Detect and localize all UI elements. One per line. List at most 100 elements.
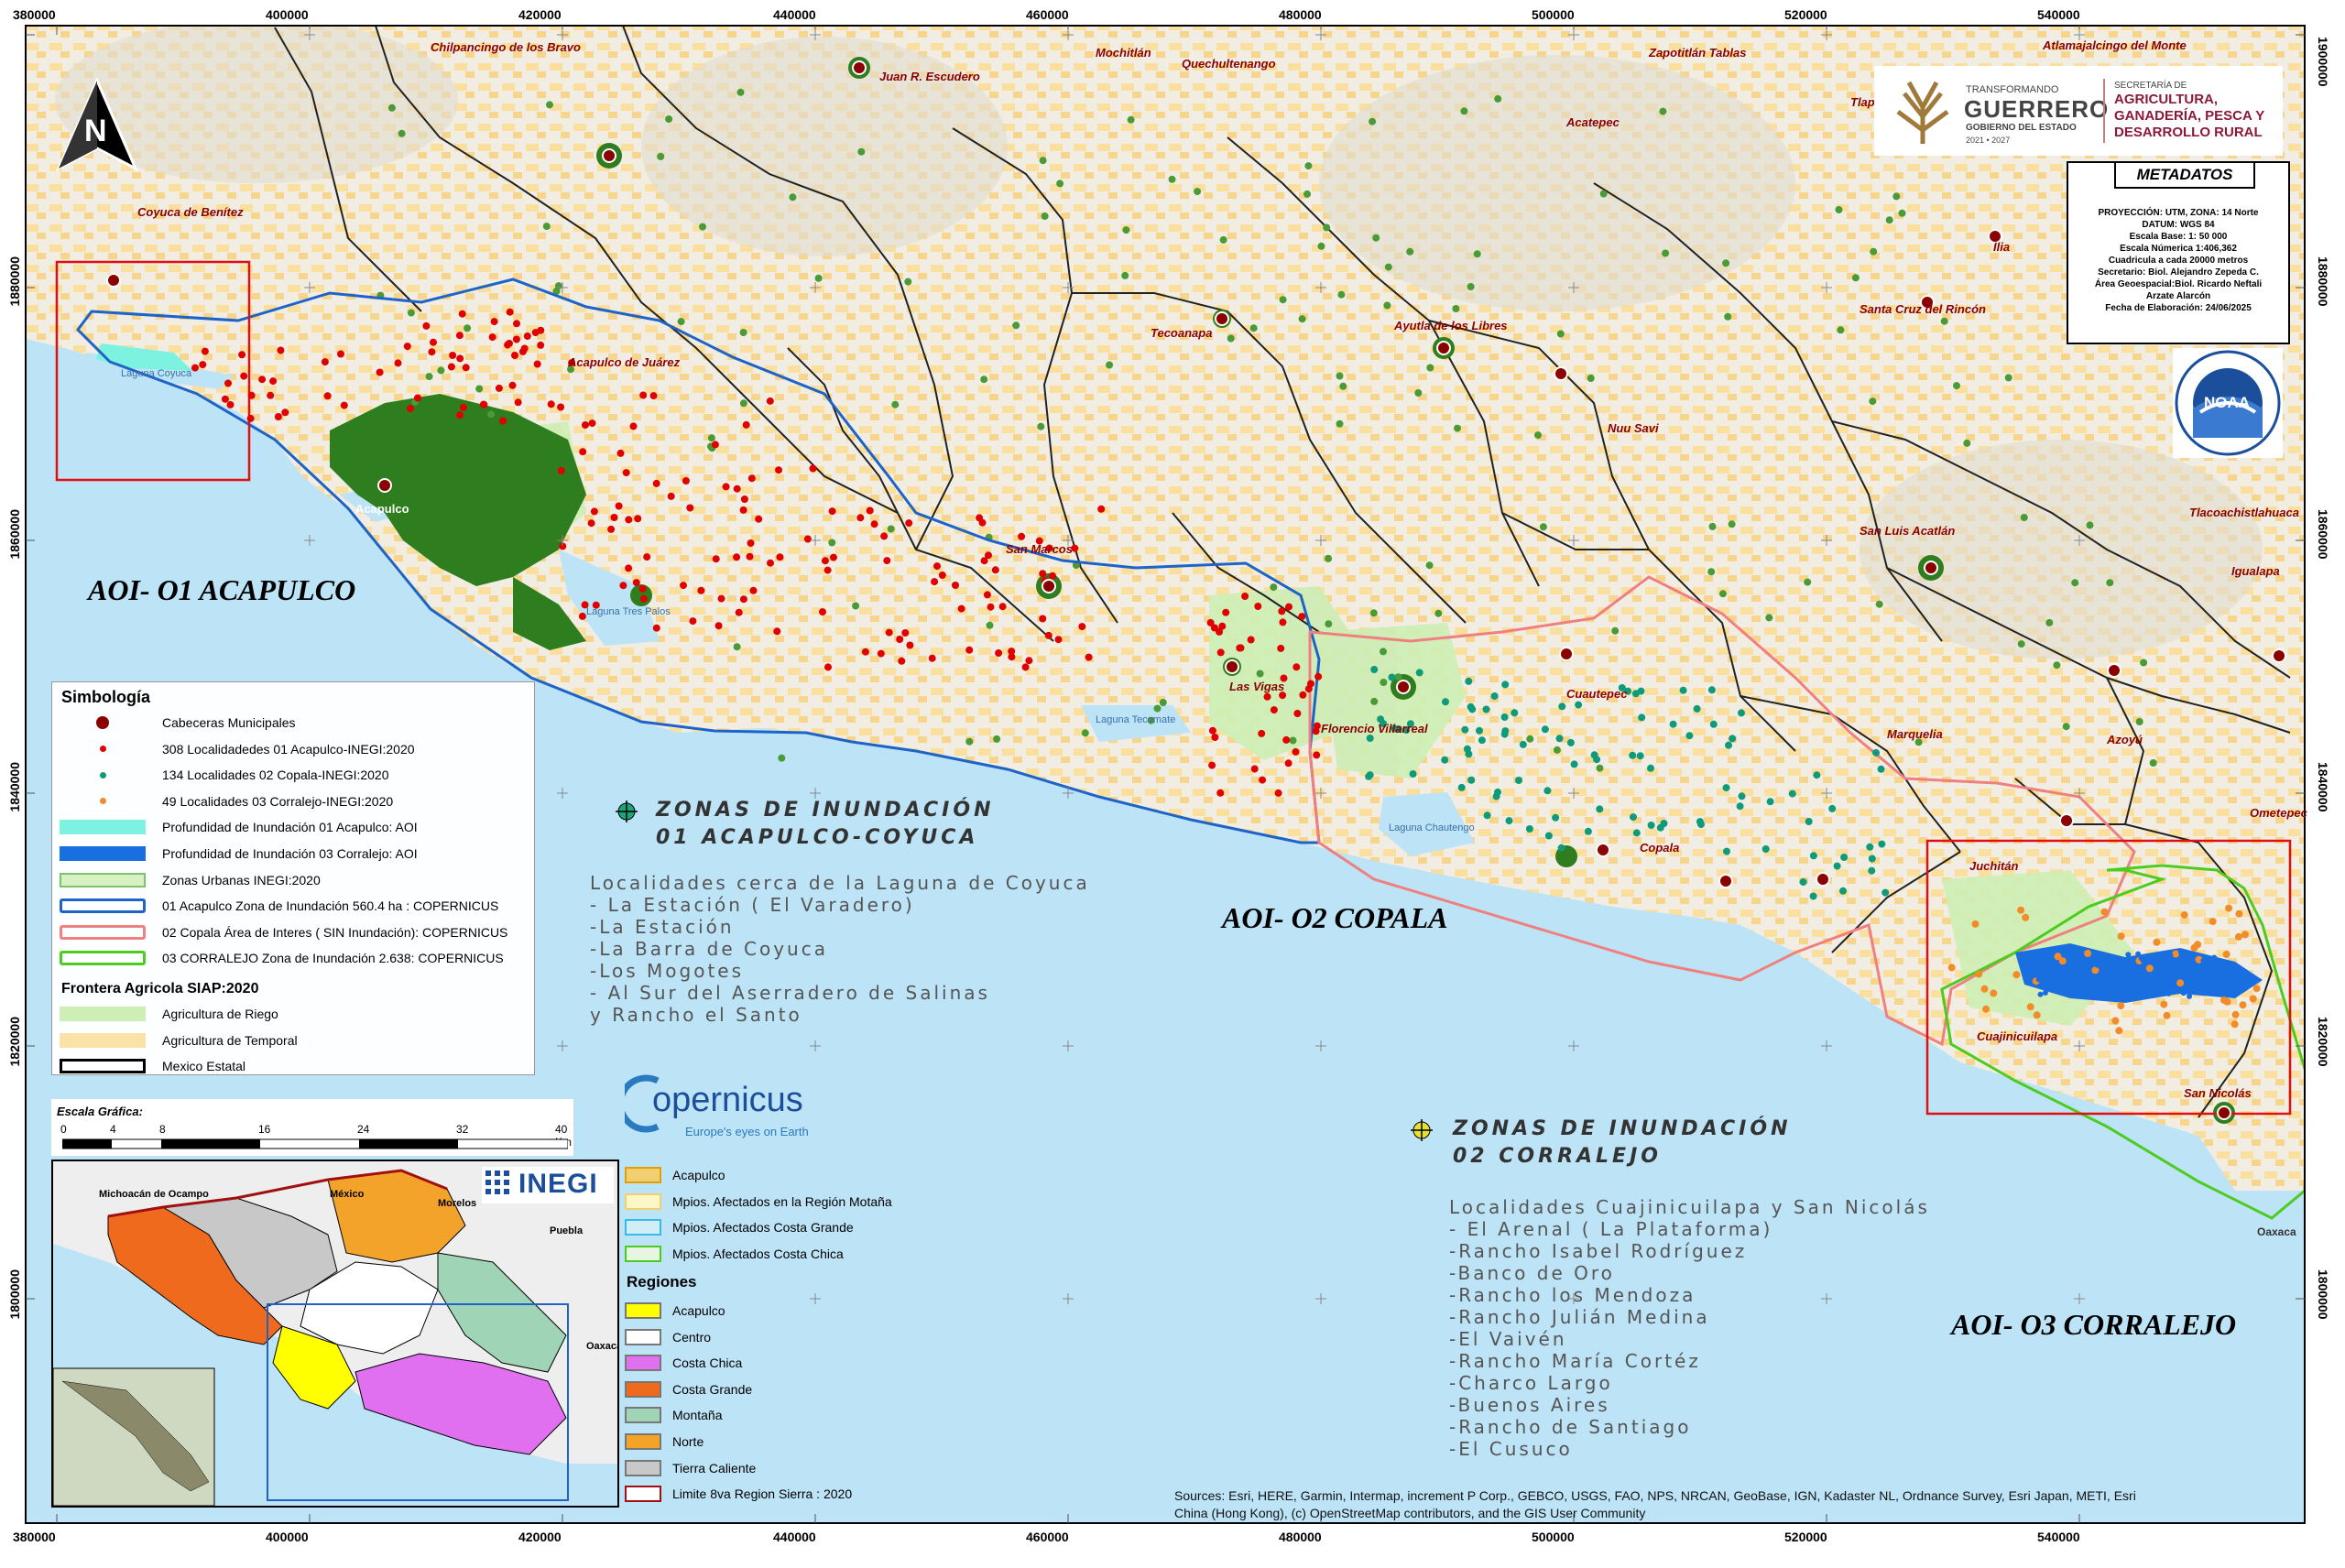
- urban-speckle: [1869, 397, 1877, 406]
- zone1-title-line1: ZONAS DE INUNDACIÓN: [656, 799, 995, 822]
- flood-point: [2152, 992, 2157, 998]
- locality-dot: [1647, 822, 1655, 829]
- locality-dot: [1557, 844, 1565, 852]
- urban-speckle: [1434, 609, 1443, 617]
- cabecera-dot: [1396, 680, 1411, 694]
- locality-dot: [1085, 653, 1093, 661]
- locality-dot: [733, 553, 741, 561]
- urban-speckle: [464, 324, 472, 332]
- metadata-line: Área Geoespacial:Biol. Ricardo Neftali: [2094, 279, 2263, 289]
- locality-dot: [1729, 735, 1737, 743]
- locality-dot: [776, 553, 784, 561]
- logo-guerrero: GUERRERO: [1964, 95, 2110, 123]
- zone1-line: -La Barra de Coyuca: [590, 938, 828, 960]
- place-label: Igualapa: [2231, 564, 2280, 578]
- locality-dot: [775, 466, 782, 474]
- urban-speckle: [665, 115, 673, 123]
- legend-label: Agricultura de Riego: [162, 1007, 278, 1021]
- locality-dot: [901, 629, 910, 637]
- locality-dot: [1370, 666, 1379, 673]
- locality-dot: [226, 400, 234, 408]
- grid-x-label: 520000: [1784, 7, 1827, 22]
- urban-speckle: [1336, 372, 1344, 380]
- place-label: Ilia: [1993, 240, 2011, 254]
- region-label: Montaña: [672, 1408, 723, 1423]
- locality-dot: [747, 474, 756, 483]
- flood-point: [2144, 983, 2151, 989]
- aoi2-title: AOI- O2 COPALA: [1222, 901, 1448, 934]
- urban-speckle: [2140, 659, 2148, 667]
- flood-point: [2107, 979, 2113, 985]
- urban-speckle: [2053, 661, 2061, 670]
- locality-dot: [739, 506, 747, 514]
- locality-dot: [952, 582, 959, 589]
- place-label: San Nicolás: [2184, 1086, 2252, 1100]
- grid-x-label: 460000: [1026, 7, 1069, 22]
- urban-speckle: [980, 376, 988, 384]
- region-swatch: [625, 1380, 661, 1398]
- locality-dot: [1258, 729, 1266, 737]
- metadata-line: Escala Númerica 1:406,362: [2120, 244, 2237, 254]
- locality-dot: [639, 391, 648, 399]
- metadata-line: Escala Base: 1: 50 000: [2129, 232, 2228, 242]
- urban-speckle: [1406, 247, 1414, 256]
- grid-x-label: 420000: [518, 7, 562, 22]
- locality-dot: [830, 553, 837, 561]
- locality-dot: [449, 352, 457, 359]
- urban-speckle: [2045, 618, 2054, 626]
- locality-dot: [1216, 648, 1225, 657]
- urban-speckle: [2135, 718, 2143, 725]
- locality-dot: [824, 663, 832, 671]
- inset-legend-swatch: [625, 1167, 661, 1183]
- locality-dot: [2176, 979, 2185, 987]
- urban-speckle: [1219, 235, 1227, 244]
- urban-speckle: [1121, 271, 1129, 279]
- inset-legend-swatch: [625, 1245, 661, 1262]
- lagoon-label: Laguna Chautengo: [1389, 822, 1475, 833]
- locality-dot: [1638, 713, 1646, 722]
- locality-dot: [2234, 932, 2242, 941]
- place-label: Cuajinicuilapa: [1977, 1029, 2058, 1043]
- locality-dot: [1211, 734, 1219, 741]
- locality-dot: [1500, 713, 1509, 721]
- zone2-title: ZONAS DE INUNDACIÓN 02 CORRALEJO: [1453, 1116, 1791, 1171]
- locality-dot: [883, 557, 891, 565]
- aoi3-title: AOI- O3 CORRALEJO: [1951, 1308, 2237, 1341]
- locality-dot: [1236, 644, 1244, 652]
- locality-dot: [1278, 607, 1286, 615]
- urban-speckle: [1303, 190, 1311, 198]
- flood-point: [2094, 962, 2100, 968]
- locality-dot: [906, 641, 914, 649]
- locality-dot: [629, 422, 638, 430]
- locality-dot: [557, 403, 565, 411]
- locality-dot: [2022, 913, 2030, 921]
- locality-dot: [1313, 751, 1321, 759]
- locality-dot: [1596, 805, 1604, 813]
- place-label: Copala: [1640, 841, 1680, 855]
- urban-speckle: [852, 602, 860, 610]
- locality-dot: [978, 518, 987, 527]
- flood-point: [2132, 988, 2139, 995]
- locality-dot: [1500, 730, 1509, 738]
- locality-dot: [1465, 677, 1473, 685]
- place-label: Ayutla de los Libres: [1394, 319, 1508, 332]
- grid-y-label: 1900000: [2316, 37, 2330, 87]
- urban-speckle: [1426, 364, 1434, 372]
- locality-dot: [2160, 1000, 2168, 1008]
- cabecera-dot: [106, 273, 121, 288]
- zone2-title-line1: ZONAS DE INUNDACIÓN: [1453, 1117, 1792, 1140]
- locality-dot: [414, 394, 421, 402]
- locality-dot: [1543, 787, 1552, 795]
- locality-dot: [1868, 855, 1876, 863]
- zone1-list: Localidades cerca de la Laguna de Coyuca…: [590, 872, 1090, 1026]
- region-label: Tierra Caliente: [672, 1460, 757, 1475]
- locality-dot: [499, 417, 507, 425]
- locality-dot: [456, 354, 464, 363]
- locality-dot: [1629, 751, 1637, 759]
- flood-point: [2211, 954, 2218, 961]
- locality-dot: [1078, 623, 1086, 631]
- locality-dot: [2249, 995, 2257, 1003]
- locality-dot: [985, 551, 992, 560]
- metadata-lines: PROYECCIÓN: UTM, ZONA: 14 Norte DATUM: W…: [2068, 207, 2288, 314]
- zone2-list: Localidades Cuajinicuilapa y San Nicolás…: [1449, 1196, 1930, 1460]
